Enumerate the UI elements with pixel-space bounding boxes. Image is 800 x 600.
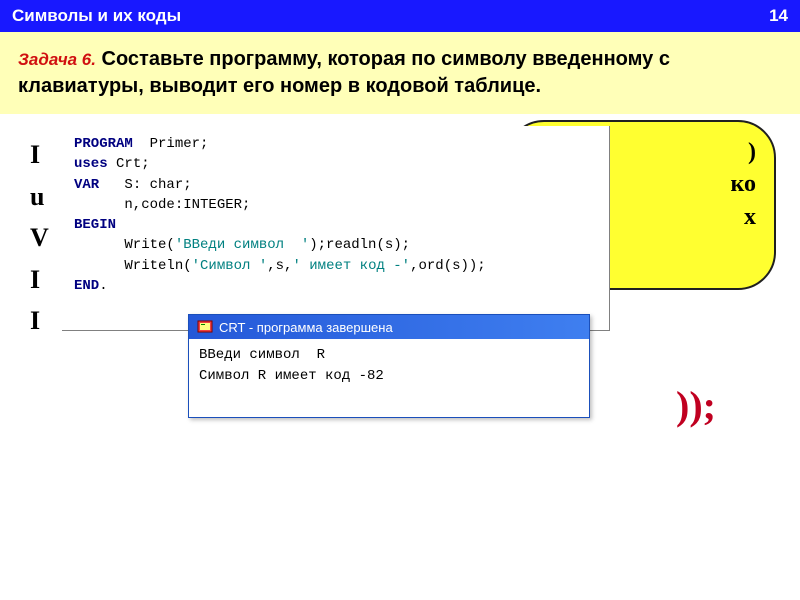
crt-output-window[interactable]: CRT - программа завершена ВВеди символ R… [188,314,590,418]
bg-left-1: I [30,134,49,176]
bg-left-2: u [30,176,49,218]
task-prefix: Задача 6. [18,50,96,69]
bg-left-7: I [30,300,49,342]
crt-output-body: ВВеди символ R Символ R имеет код -82 [189,339,589,393]
kw-begin: BEGIN [74,217,116,233]
crt-line-2: Символ R имеет код -82 [199,368,384,384]
code-l7b: ,ord(s)); [410,258,486,274]
code-l7m: ,s, [267,258,292,274]
slide-title: Символы и их коды [12,6,181,26]
kw-uses: uses [74,156,108,172]
code-l8: . [99,278,107,294]
crt-app-icon [197,319,213,335]
code-l6b: );readln(s); [309,237,410,253]
kw-end: END [74,278,99,294]
code-l6str: 'ВВеди символ ' [175,237,309,253]
code-l7s1: 'Символ ' [192,258,268,274]
code-l1: Primer; [133,136,209,152]
background-text-left: I u V I I [30,134,49,342]
content-area: I u V I I ) ко х )); PROGRAM Primer; use… [0,114,800,534]
slide-page-number: 14 [769,6,788,26]
code-l6a: Write( [74,237,175,253]
kw-var: VAR [74,177,99,193]
paren-fragment: )); [676,382,716,429]
code-l2: Crt; [108,156,150,172]
slide-title-bar: Символы и их коды 14 [0,0,800,32]
bg-left-3: V [30,217,49,259]
code-l7s2: ' имеет код -' [292,258,410,274]
code-editor[interactable]: PROGRAM Primer; uses Crt; VAR S: char; n… [62,126,610,331]
code-l7a: Writeln( [74,258,192,274]
kw-program: PROGRAM [74,136,133,152]
bg-left-5: I [30,259,49,301]
crt-titlebar[interactable]: CRT - программа завершена [189,315,589,339]
task-text: Составьте программу, которая по символу … [18,48,670,97]
task-description: Задача 6. Составьте программу, которая п… [0,32,800,114]
code-l3: S: char; [99,177,191,193]
code-l4: n,code:INTEGER; [74,197,250,213]
crt-window-title: CRT - программа завершена [219,320,393,335]
crt-line-1: ВВеди символ R [199,347,325,363]
